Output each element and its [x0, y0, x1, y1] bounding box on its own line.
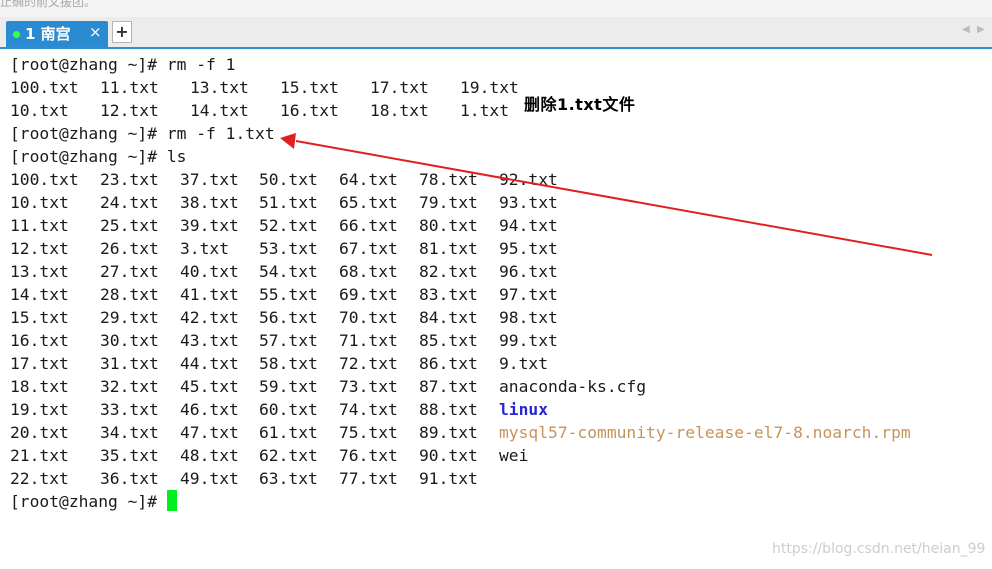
- annotation-arrow: [280, 133, 933, 256]
- annotation-arrow-head: [280, 133, 296, 149]
- annotation-arrow-line: [295, 140, 933, 256]
- watermark: https://blog.csdn.net/heian_99: [772, 541, 986, 557]
